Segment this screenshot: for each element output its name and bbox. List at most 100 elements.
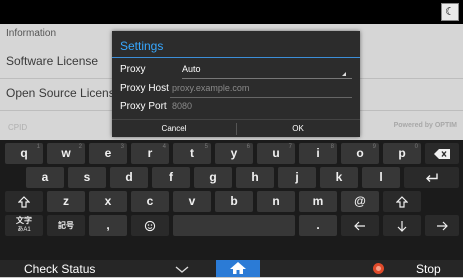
home-icon (230, 262, 246, 274)
key-r[interactable]: 4r (131, 143, 169, 164)
arrow-down-icon (397, 220, 407, 232)
key-at[interactable]: @ (341, 191, 379, 212)
key-j[interactable]: j (278, 167, 316, 188)
ok-button[interactable]: OK (236, 120, 360, 138)
proxy-label: Proxy (120, 64, 146, 75)
key-label: i (316, 146, 320, 160)
key-secondary: 7 (288, 144, 292, 150)
proxy-host-row: Proxy Host (112, 80, 360, 98)
emoji-icon (144, 220, 156, 231)
arrow-right-icon (437, 221, 448, 230)
key-k[interactable]: k (320, 167, 358, 188)
info-heading: Information (6, 28, 57, 39)
key-f[interactable]: f (152, 167, 190, 188)
check-status-button[interactable]: Check Status (24, 260, 95, 277)
stop-icon (373, 263, 384, 274)
key-q[interactable]: 1q (5, 143, 43, 164)
proxy-host-input[interactable] (172, 83, 352, 93)
shift-icon (18, 195, 30, 208)
cursor-down-key[interactable] (383, 215, 421, 236)
key-period[interactable]: . (299, 215, 337, 236)
key-e[interactable]: 3e (89, 143, 127, 164)
home-button[interactable] (216, 260, 260, 277)
title-divider (112, 57, 360, 58)
enter-icon (425, 173, 438, 182)
key-label: e (104, 146, 112, 160)
key-b[interactable]: b (215, 191, 253, 212)
key-label: r (147, 146, 153, 160)
key-secondary: 1 (36, 144, 40, 150)
open-source-licenses-item[interactable]: Open Source Licenses (6, 86, 127, 100)
key-o[interactable]: 9o (341, 143, 379, 164)
chevron-down-icon (175, 266, 189, 273)
key-secondary: 3 (120, 144, 124, 150)
cursor-left-key[interactable] (341, 215, 379, 236)
key-secondary: 4 (162, 144, 166, 150)
cursor-right-key[interactable] (425, 215, 459, 236)
key-d[interactable]: d (110, 167, 148, 188)
key-label: t (190, 146, 194, 160)
shift-key-right[interactable] (383, 191, 421, 212)
stop-button[interactable]: Stop (416, 260, 441, 277)
backspace-key[interactable] (425, 143, 459, 164)
key-h[interactable]: h (236, 167, 274, 188)
faint-label: CPID (8, 123, 28, 132)
key-secondary: 6 (246, 144, 250, 150)
key-g[interactable]: g (194, 167, 232, 188)
key-m[interactable]: m (299, 191, 337, 212)
proxy-value: Auto (182, 64, 201, 74)
enter-key[interactable] (404, 167, 459, 188)
software-license-item[interactable]: Software License (6, 54, 98, 68)
key-z[interactable]: z (47, 191, 85, 212)
moon-icon: ☾ (445, 6, 455, 18)
software-keyboard: 1q 2w 3e 4r 5t 6y 7u 8i 9o 0p a s d f g … (0, 140, 463, 260)
shift-icon (396, 195, 408, 208)
proxy-select[interactable]: Auto (182, 61, 352, 79)
input-mode-key[interactable]: 文字 あA1 (5, 215, 43, 236)
emoji-key[interactable] (131, 215, 169, 236)
proxy-port-label: Proxy Port (120, 101, 167, 112)
top-bar: ☾ (0, 0, 463, 24)
key-label: 文字 (16, 216, 32, 225)
proxy-port-row: Proxy Port (112, 98, 360, 116)
key-p[interactable]: 0p (383, 143, 421, 164)
key-label: w (61, 146, 71, 160)
symbol-key[interactable]: 記号 (47, 215, 85, 236)
key-comma[interactable]: , (89, 215, 127, 236)
key-y[interactable]: 6y (215, 143, 253, 164)
key-label: q (20, 146, 28, 160)
key-secondary: 5 (204, 144, 208, 150)
hide-keyboard-button[interactable] (172, 260, 192, 277)
key-s[interactable]: s (68, 167, 106, 188)
key-t[interactable]: 5t (173, 143, 211, 164)
settings-dialog: Settings Proxy Auto Proxy Host Proxy Por… (112, 31, 360, 137)
key-v[interactable]: v (173, 191, 211, 212)
space-key[interactable] (173, 215, 295, 236)
proxy-port-input[interactable] (172, 101, 352, 111)
key-secondary: 2 (78, 144, 82, 150)
bottom-bar: Check Status Stop (0, 260, 463, 277)
key-a[interactable]: a (26, 167, 64, 188)
key-label: o (356, 146, 364, 160)
key-secondary: 9 (372, 144, 376, 150)
dialog-buttons: Cancel OK (112, 119, 360, 138)
key-label: y (230, 146, 238, 160)
arrow-left-icon (354, 221, 365, 230)
night-mode-button[interactable]: ☾ (441, 3, 459, 21)
proxy-host-label: Proxy Host (120, 83, 169, 94)
key-n[interactable]: n (257, 191, 295, 212)
proxy-row: Proxy Auto (112, 61, 360, 79)
key-label: u (272, 146, 280, 160)
key-w[interactable]: 2w (47, 143, 85, 164)
key-l[interactable]: l (362, 167, 400, 188)
key-x[interactable]: x (89, 191, 127, 212)
powered-by-label: Powered by OPTIM (393, 122, 457, 129)
key-i[interactable]: 8i (299, 143, 337, 164)
dropdown-caret-icon (342, 72, 346, 76)
key-sublabel: あA1 (17, 227, 31, 233)
key-u[interactable]: 7u (257, 143, 295, 164)
shift-key-left[interactable] (5, 191, 43, 212)
cancel-button[interactable]: Cancel (112, 120, 236, 138)
key-c[interactable]: c (131, 191, 169, 212)
key-secondary: 0 (414, 144, 418, 150)
